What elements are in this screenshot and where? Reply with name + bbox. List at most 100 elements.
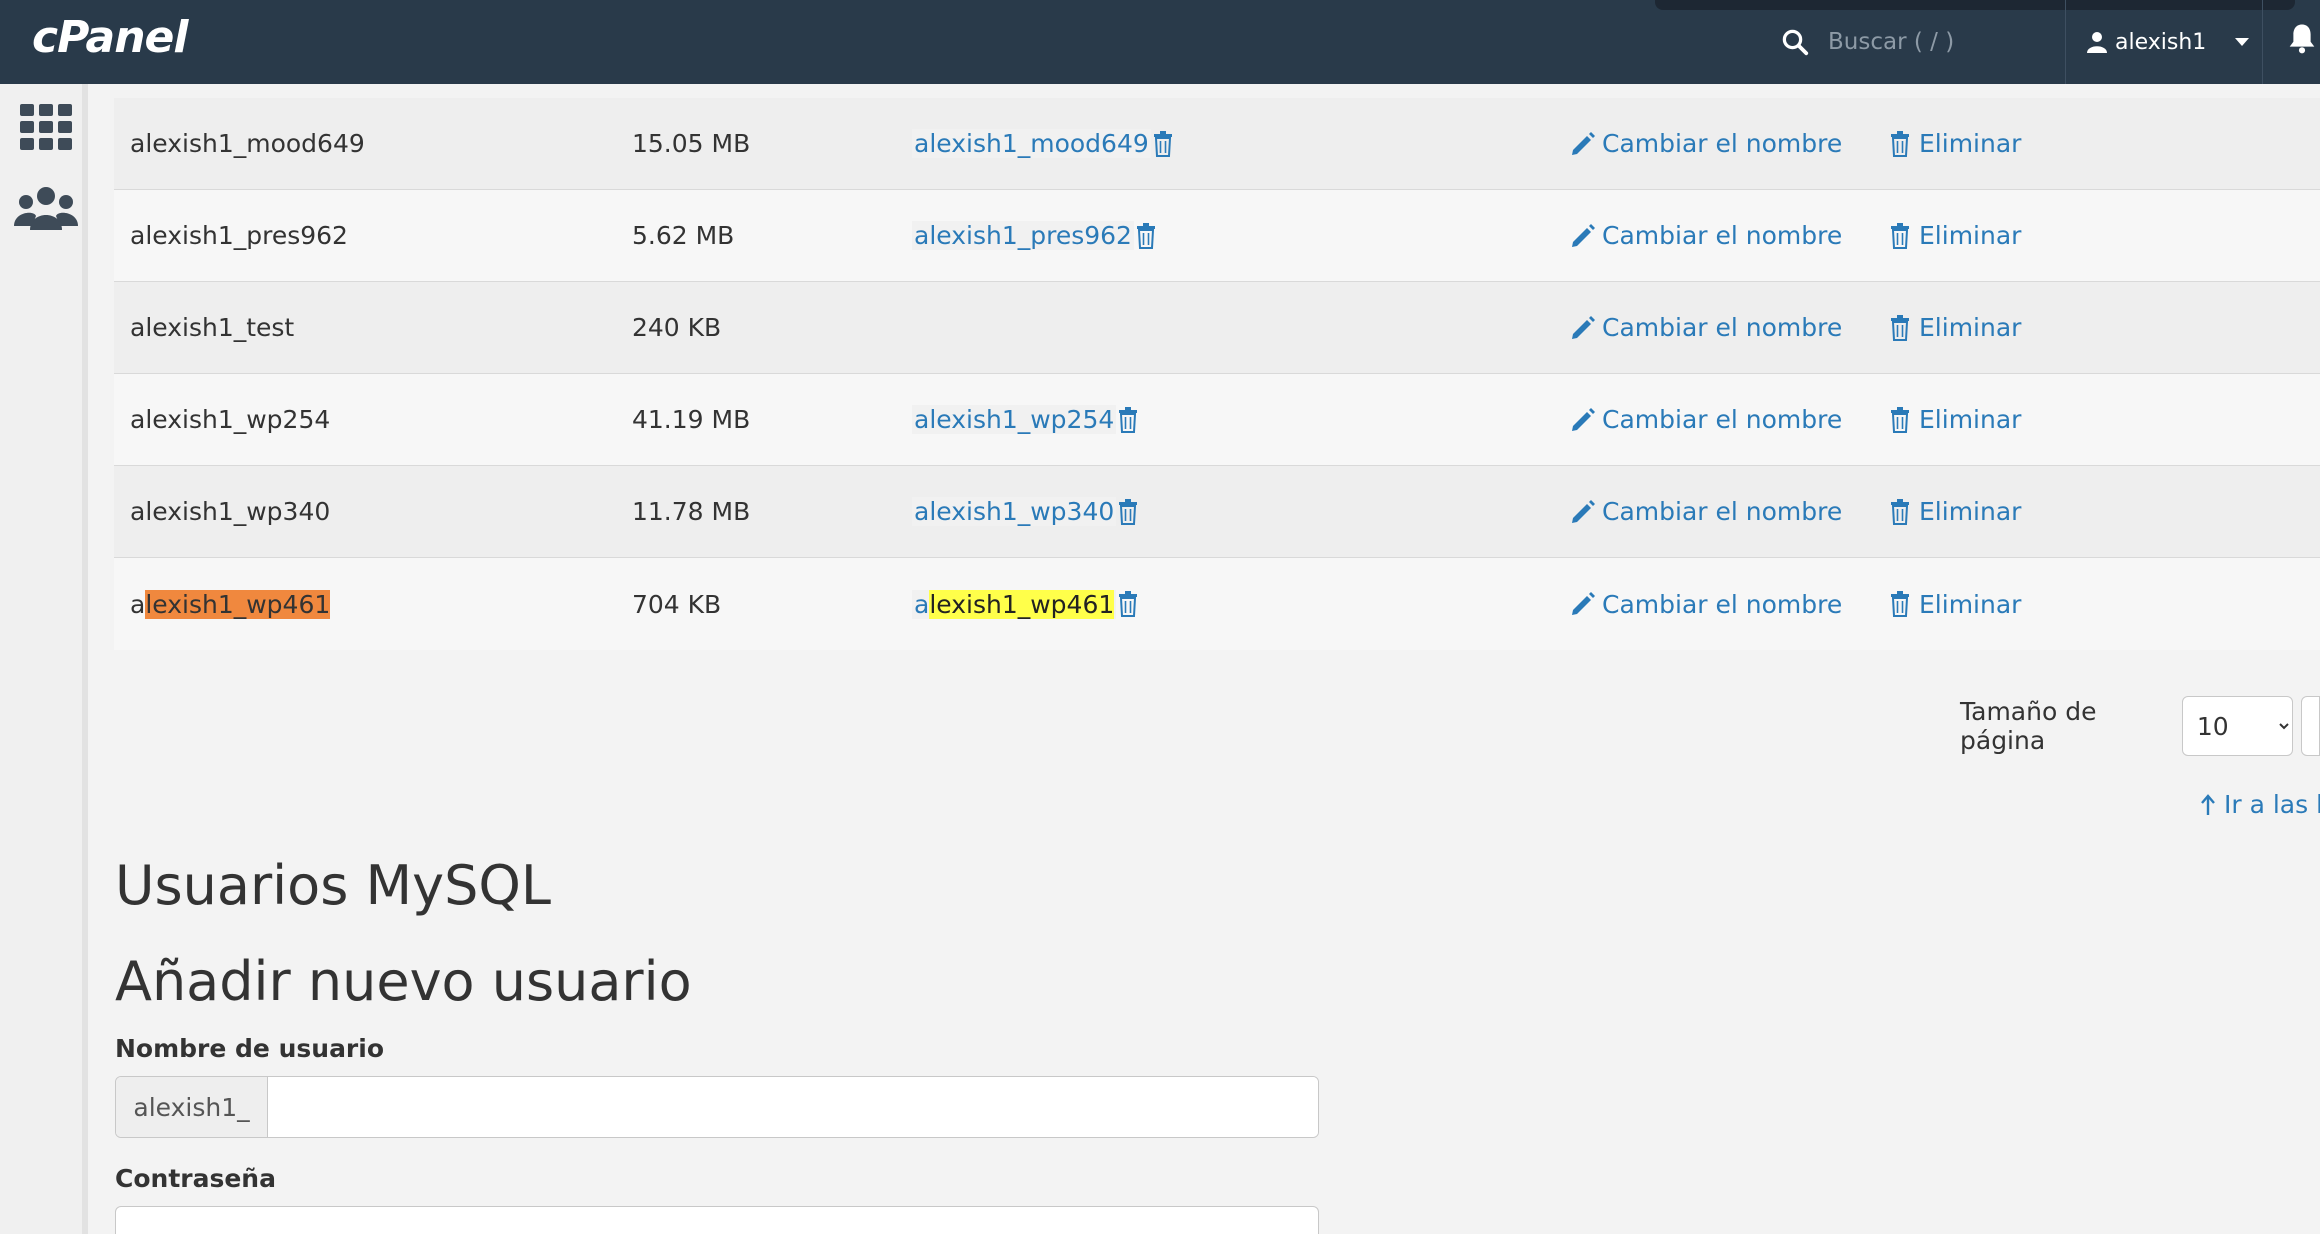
privileged-user-link[interactable]: alexish1_wp461 — [912, 589, 1117, 619]
delete-label: Eliminar — [1919, 405, 2022, 434]
search-input[interactable] — [1828, 29, 2048, 55]
database-size: 240 KB — [632, 313, 722, 342]
database-name-prefix: a — [130, 589, 146, 619]
database-size: 15.05 MB — [632, 129, 751, 158]
cpanel-logo[interactable]: cPanel — [32, 12, 188, 63]
trash-icon[interactable] — [1118, 406, 1138, 433]
trash-icon[interactable] — [1118, 591, 1138, 617]
rename-button[interactable]: Cambiar el nombre — [1570, 405, 1842, 434]
rename-label: Cambiar el nombre — [1602, 497, 1843, 526]
sidebar — [0, 84, 88, 1234]
search-icon — [1782, 29, 1809, 56]
privileged-user: alexish1_pres962 — [912, 221, 1156, 250]
privileged-user-link[interactable]: alexish1_mood649 — [912, 129, 1151, 158]
delete-label: Eliminar — [1919, 129, 2022, 158]
username-prefix: alexish1_ — [116, 1077, 268, 1137]
privileged-user-link[interactable]: alexish1_pres962 — [912, 221, 1134, 250]
rename-button[interactable]: Cambiar el nombre — [1570, 221, 1842, 250]
table-row: alexish1_wp340 11.78 MB alexish1_wp340 C… — [114, 466, 2320, 558]
top-strip — [1655, 0, 2295, 10]
table-row: alexish1_pres962 5.62 MB alexish1_pres96… — [114, 190, 2320, 282]
page-size-control: Tamaño de página 10 — [1960, 696, 2320, 756]
database-name: alexish1_wp340 — [130, 497, 331, 526]
delete-label: Eliminar — [1919, 221, 2022, 250]
username-input[interactable] — [268, 1077, 1318, 1137]
username-input-group: alexish1_ — [115, 1076, 1319, 1138]
users-icon[interactable] — [14, 186, 78, 232]
rename-label: Cambiar el nombre — [1602, 405, 1843, 434]
rename-label: Cambiar el nombre — [1602, 129, 1843, 158]
database-size: 704 KB — [632, 589, 722, 619]
search-box[interactable] — [1780, 20, 2050, 64]
privileged-user-link[interactable]: alexish1_wp340 — [912, 497, 1117, 526]
user-name: alexish1 — [2115, 29, 2207, 55]
delete-button[interactable]: Eliminar — [1887, 129, 2021, 158]
user-icon — [2087, 32, 2107, 53]
trash-icon[interactable] — [1153, 130, 1173, 157]
table-row: alexish1_mood649 15.05 MB alexish1_mood6… — [114, 98, 2320, 190]
caret-down-icon — [2235, 38, 2250, 46]
pagination-stub[interactable] — [2301, 696, 2320, 756]
back-to-top-link[interactable]: Ir a las b — [2200, 790, 2320, 819]
delete-label: Eliminar — [1919, 313, 2022, 342]
delete-button[interactable]: Eliminar — [1887, 221, 2021, 250]
pencil-icon — [1572, 499, 1595, 523]
privileged-user: alexish1_wp461 — [912, 589, 1138, 619]
rename-button[interactable]: Cambiar el nombre — [1570, 590, 1842, 619]
database-name: alexish1_wp254 — [130, 405, 331, 434]
delete-button[interactable]: Eliminar — [1887, 313, 2021, 342]
databases-table: alexish1_mood649 15.05 MB alexish1_mood6… — [114, 98, 2320, 650]
back-to-top-label: Ir a las b — [2224, 790, 2320, 819]
grid-icon[interactable] — [20, 104, 72, 150]
rename-button[interactable]: Cambiar el nombre — [1570, 497, 1842, 526]
rename-button[interactable]: Cambiar el nombre — [1570, 129, 1842, 158]
trash-icon — [1891, 591, 1909, 617]
page-size-select[interactable]: 10 — [2181, 696, 2294, 756]
password-label: Contraseña — [115, 1164, 276, 1193]
table-row: alexish1_test 240 KB Cambiar el nombre E… — [114, 282, 2320, 374]
password-input[interactable] — [115, 1206, 1319, 1234]
rename-label: Cambiar el nombre — [1602, 221, 1843, 250]
rename-label: Cambiar el nombre — [1602, 589, 1843, 619]
delete-button[interactable]: Eliminar — [1887, 497, 2021, 526]
search-highlight: lexish1_wp461 — [145, 589, 331, 619]
delete-label: Eliminar — [1919, 589, 2022, 619]
bell-icon[interactable] — [2287, 22, 2317, 54]
top-bar: cPanel alexish1 — [0, 0, 2320, 84]
delete-button[interactable]: Eliminar — [1887, 405, 2021, 434]
database-name: alexish1_wp461 — [130, 589, 331, 619]
trash-icon[interactable] — [1118, 498, 1138, 525]
privileged-user: alexish1_mood649 — [912, 129, 1173, 158]
arrow-up-icon — [2201, 793, 2215, 815]
add-user-title: Añadir nuevo usuario — [115, 950, 692, 1013]
trash-icon — [1891, 406, 1909, 433]
table-row: alexish1_wp254 41.19 MB alexish1_wp254 C… — [114, 374, 2320, 466]
topbar-divider — [2262, 0, 2263, 84]
pencil-icon — [1572, 223, 1595, 247]
user-prefix: a — [914, 589, 930, 619]
pencil-icon — [1572, 592, 1595, 615]
database-name: alexish1_mood649 — [130, 129, 365, 158]
database-size: 41.19 MB — [632, 405, 751, 434]
topbar-divider — [2065, 0, 2066, 84]
database-name: alexish1_pres962 — [130, 221, 348, 250]
privileged-user-link[interactable]: alexish1_wp254 — [912, 405, 1117, 434]
trash-icon[interactable] — [1136, 222, 1156, 249]
delete-button[interactable]: Eliminar — [1887, 590, 2021, 619]
database-name: alexish1_test — [130, 313, 295, 342]
user-menu[interactable]: alexish1 — [2085, 20, 2250, 64]
trash-icon — [1891, 222, 1909, 249]
page-size-label: Tamaño de página — [1960, 697, 2097, 755]
rename-button[interactable]: Cambiar el nombre — [1570, 313, 1842, 342]
pencil-icon — [1572, 407, 1595, 431]
pencil-icon — [1572, 131, 1595, 155]
username-label: Nombre de usuario — [115, 1034, 385, 1063]
privileged-user: alexish1_wp254 — [912, 405, 1138, 434]
trash-icon — [1891, 498, 1909, 525]
mysql-users-title: Usuarios MySQL — [115, 854, 551, 917]
database-size: 11.78 MB — [632, 497, 751, 526]
delete-label: Eliminar — [1919, 497, 2022, 526]
trash-icon — [1891, 130, 1909, 157]
privileged-user: alexish1_wp340 — [912, 497, 1138, 526]
table-row: alexish1_wp461 704 KB alexish1_wp461 Cam… — [114, 558, 2320, 650]
